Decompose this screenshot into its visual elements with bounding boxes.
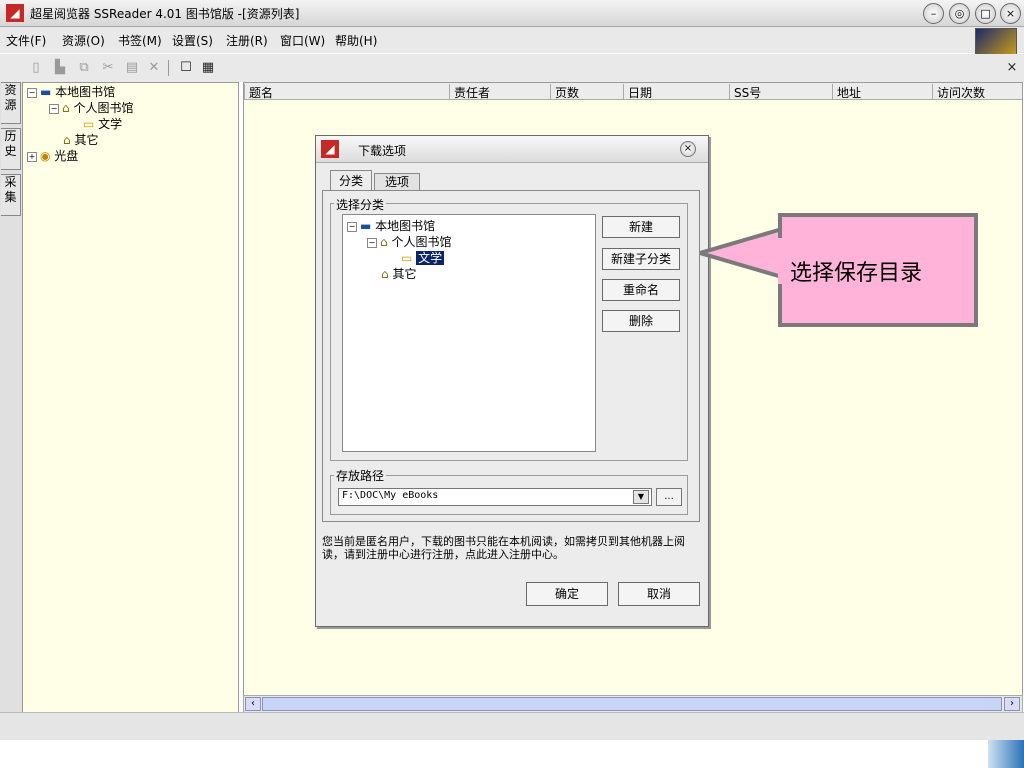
- title-bar: ◢ 超星阅览器 SSReader 4.01 图书馆版 -[资源列表] – ◎ □…: [0, 0, 1024, 27]
- tree-item-literature[interactable]: ▭ 文学: [83, 115, 122, 132]
- expand-icon[interactable]: +: [27, 151, 37, 162]
- menu-bookmark[interactable]: 书签(M): [118, 32, 162, 49]
- tab-resources[interactable]: 资源: [1, 82, 21, 124]
- tree-item-other[interactable]: ⌂ 其它: [63, 131, 98, 148]
- computer-icon: ▬: [40, 85, 56, 99]
- callout-box: 选择保存目录: [778, 213, 978, 327]
- col-address[interactable]: 地址: [832, 84, 932, 100]
- scroll-right-icon[interactable]: ›: [1004, 697, 1020, 711]
- toolbar-separator: [168, 60, 169, 76]
- menu-register[interactable]: 注册(R): [226, 32, 268, 49]
- folder-icon: ▭: [83, 117, 99, 131]
- category-group-label: 选择分类: [334, 196, 387, 213]
- tree-item-personal-library[interactable]: − ⌂ 个人图书馆: [367, 233, 451, 250]
- disc-icon: ◉: [40, 149, 55, 163]
- new-button[interactable]: 新建: [602, 216, 680, 238]
- tree-item-literature[interactable]: ▭ 文学: [401, 249, 445, 266]
- side-tabs: 资源 历史 采集: [0, 82, 22, 742]
- rename-button[interactable]: 重命名: [602, 279, 680, 301]
- maximize-icon[interactable]: □: [975, 3, 996, 24]
- collapse-icon[interactable]: −: [367, 237, 377, 248]
- tree-item-other[interactable]: ⌂ 其它: [381, 265, 416, 282]
- cut-icon[interactable]: ✂: [100, 60, 116, 76]
- tree-item-local-library[interactable]: − ▬ 本地图书馆: [347, 217, 435, 234]
- scroll-thumb[interactable]: [262, 697, 1002, 711]
- col-pages[interactable]: 页数: [550, 84, 623, 100]
- restore-icon[interactable]: ◎: [949, 3, 970, 24]
- window-title: 超星阅览器 SSReader 4.01 图书馆版 -[资源列表]: [30, 7, 300, 21]
- collapse-icon[interactable]: −: [347, 221, 357, 232]
- view-mode-icon[interactable]: ▦: [200, 60, 216, 76]
- library-icon: ⌂: [380, 235, 392, 249]
- computer-icon: ▬: [360, 219, 376, 233]
- resource-tree-panel: − ▬ 本地图书馆 − ⌂ 个人图书馆 ▭ 文学 ⌂ 其它 + ◉ 光盘: [22, 82, 239, 714]
- new-subcategory-button[interactable]: 新建子分类: [602, 248, 680, 270]
- path-input[interactable]: F:\DOC\My eBooks ▼: [338, 488, 652, 506]
- tab-history[interactable]: 历史: [1, 128, 21, 170]
- column-header-row: 题名 责任者 页数 日期 SS号 地址 访问次数: [244, 83, 1022, 100]
- callout-pointer: [700, 226, 784, 280]
- library-icon: ⌂: [63, 133, 75, 147]
- tree-item-disc[interactable]: + ◉ 光盘: [27, 147, 78, 164]
- delete-button[interactable]: 删除: [602, 310, 680, 332]
- menu-window[interactable]: 窗口(W): [280, 32, 325, 49]
- menu-file[interactable]: 文件(F): [6, 32, 46, 49]
- status-bar: [0, 712, 1024, 741]
- collapse-icon[interactable]: −: [27, 87, 37, 98]
- paste-icon[interactable]: ▤: [124, 60, 140, 76]
- download-options-dialog: ◢ 下载选项 × 分类 选项 选择分类 − ▬ 本地图书馆 − ⌂ 个人图书馆 ▭ …: [315, 135, 709, 627]
- register-notice[interactable]: 您当前是匿名用户，下载的图书只能在本机阅读，如需拷贝到其他机器上阅读，请到注册中…: [322, 535, 702, 561]
- tree-item-personal-library[interactable]: − ⌂ 个人图书馆: [49, 99, 133, 116]
- library-icon: ⌂: [62, 101, 74, 115]
- col-ss-number[interactable]: SS号: [729, 84, 834, 100]
- col-date[interactable]: 日期: [623, 84, 728, 100]
- close-window-icon[interactable]: ×: [1000, 3, 1021, 24]
- col-visits[interactable]: 访问次数: [932, 84, 1022, 100]
- callout-joint: [778, 238, 786, 284]
- tab-options[interactable]: 选项: [374, 173, 420, 191]
- category-tree[interactable]: − ▬ 本地图书馆 − ⌂ 个人图书馆 ▭ 文学 ⌂ 其它: [342, 214, 596, 452]
- dialog-title-bar: ◢ 下载选项 ×: [316, 136, 708, 163]
- tab-collect[interactable]: 采集: [1, 174, 21, 216]
- close-panel-icon[interactable]: ×: [1004, 60, 1020, 76]
- callout-text: 选择保存目录: [790, 261, 923, 286]
- cancel-button[interactable]: 取消: [618, 582, 700, 606]
- properties-icon[interactable]: ☐: [178, 60, 194, 76]
- path-group-label: 存放路径: [334, 467, 387, 484]
- col-title[interactable]: 题名: [244, 84, 449, 100]
- corner-decoration: [988, 740, 1024, 768]
- path-value: F:\DOC\My eBooks: [342, 490, 439, 501]
- copy-icon[interactable]: ⧉: [76, 60, 92, 76]
- bottom-strip: [0, 740, 1024, 768]
- minimize-icon[interactable]: –: [923, 3, 944, 24]
- tree-item-local-library[interactable]: − ▬ 本地图书馆: [27, 83, 115, 100]
- menu-help[interactable]: 帮助(H): [335, 32, 377, 49]
- scroll-left-icon[interactable]: ‹: [245, 697, 261, 711]
- dialog-close-icon[interactable]: ×: [680, 141, 696, 157]
- delete-icon[interactable]: ✕: [146, 60, 162, 76]
- folder-icon: ▭: [401, 251, 417, 265]
- dialog-title: 下载选项: [358, 144, 407, 158]
- ok-button[interactable]: 确定: [526, 582, 608, 606]
- new-icon[interactable]: ▯: [28, 60, 44, 76]
- horizontal-scrollbar[interactable]: ‹ ›: [243, 695, 1023, 713]
- app-icon: ◢: [6, 4, 24, 22]
- menu-resource[interactable]: 资源(O): [62, 32, 105, 49]
- app-icon: ◢: [321, 140, 339, 158]
- menu-settings[interactable]: 设置(S): [172, 32, 213, 49]
- browse-button[interactable]: ...: [656, 488, 682, 506]
- library-icon: ⌂: [381, 267, 393, 281]
- globe-logo-icon: [975, 28, 1017, 55]
- col-author[interactable]: 责任者: [449, 84, 550, 100]
- tab-category[interactable]: 分类: [330, 170, 372, 191]
- menu-bar: 文件(F) 资源(O) 书签(M) 设置(S) 注册(R) 窗口(W) 帮助(H…: [0, 27, 1024, 53]
- dropdown-arrow-icon[interactable]: ▼: [633, 490, 649, 504]
- collapse-icon[interactable]: −: [49, 103, 59, 114]
- new-folder-icon[interactable]: ▙: [52, 60, 68, 76]
- toolbar: ▯ ▙ ⧉ ✂ ▤ ✕ ☐ ▦ ×: [0, 54, 1024, 82]
